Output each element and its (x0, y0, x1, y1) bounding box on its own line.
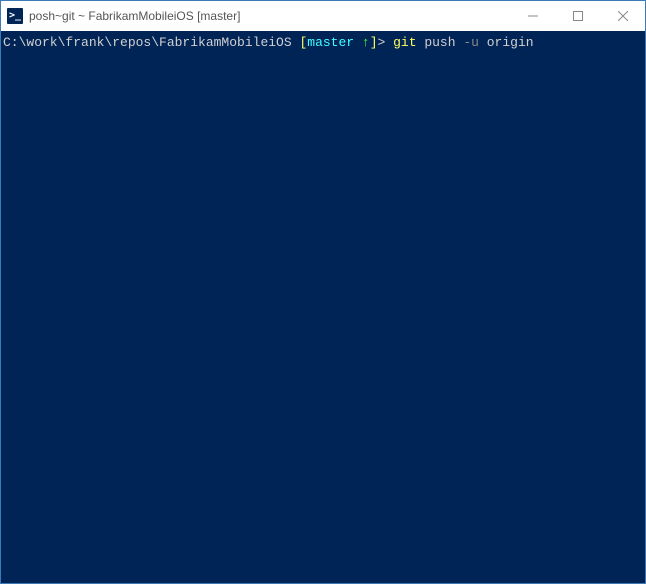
ahead-arrow-icon: ↑ (354, 35, 370, 50)
powershell-icon-glyph: >_ (9, 11, 21, 21)
minimize-button[interactable] (510, 1, 555, 31)
maximize-icon (573, 11, 583, 21)
maximize-button[interactable] (555, 1, 600, 31)
cmd-push: push (424, 35, 463, 50)
titlebar[interactable]: >_ posh~git ~ FabrikamMobileiOS [master] (1, 1, 645, 31)
close-icon (618, 11, 628, 21)
powershell-icon: >_ (7, 8, 23, 24)
terminal-area[interactable]: C:\work\frank\repos\FabrikamMobileiOS [m… (1, 31, 645, 583)
bracket-open: [ (292, 35, 308, 50)
prompt-line: C:\work\frank\repos\FabrikamMobileiOS [m… (3, 35, 645, 51)
close-button[interactable] (600, 1, 645, 31)
minimize-icon (528, 11, 538, 21)
powershell-window: >_ posh~git ~ FabrikamMobileiOS [master]… (0, 0, 646, 584)
cmd-git: git (393, 35, 424, 50)
prompt-path: C:\work\frank\repos\FabrikamMobileiOS (3, 35, 292, 50)
cmd-flag: -u (463, 35, 486, 50)
bracket-close: ] (370, 35, 378, 50)
git-branch: master (307, 35, 354, 50)
window-title: posh~git ~ FabrikamMobileiOS [master] (29, 9, 510, 23)
cmd-origin: origin (487, 35, 534, 50)
window-controls (510, 1, 645, 31)
prompt-end: > (378, 35, 394, 50)
